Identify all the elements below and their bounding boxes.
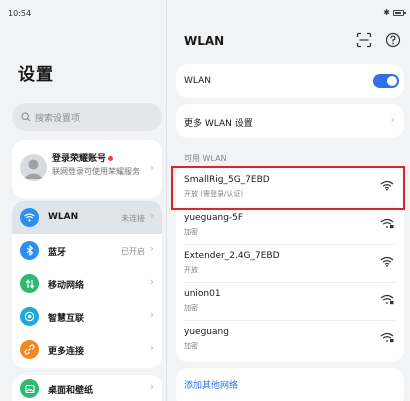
wlan-toggle-switch[interactable] [373, 74, 399, 88]
status-time: 10:54 [8, 9, 32, 18]
sidebar-item-label: 更多连接 [48, 347, 85, 357]
wifi-icon [20, 208, 39, 227]
chevron-right-icon: › [149, 275, 154, 288]
network-row[interactable]: Extender_2.4G_7EBD 开放 [176, 244, 404, 280]
page-title: WLAN [184, 34, 225, 48]
more-wlan-settings-row[interactable]: 更多 WLAN 设置 › [176, 104, 404, 138]
battery-icon [393, 9, 406, 16]
scan-icon[interactable] [356, 32, 372, 48]
network-name: yueguang-5F [184, 213, 244, 223]
network-name: Extender_2.4G_7EBD [184, 251, 280, 261]
network-row[interactable]: yueguang 加密 [176, 320, 404, 356]
sidebar-item-label: 桌面和壁纸 [48, 386, 94, 396]
network-security: 加密 [184, 304, 198, 312]
chevron-right-icon: › [149, 341, 154, 354]
network-name: yueguang [184, 327, 229, 337]
sidebar-item-bluetooth[interactable]: 蓝牙 已开启 › [12, 234, 162, 267]
help-icon[interactable] [385, 32, 401, 48]
status-bar: 10:54 ✱ [0, 0, 410, 22]
network-security: 加密 [184, 228, 198, 236]
sidebar-item-label: WLAN [48, 212, 79, 222]
sidebar-item-label: 智慧互联 [48, 314, 85, 324]
account-title-text: 登录荣耀账号 [52, 154, 107, 164]
search-icon [21, 112, 31, 122]
wifi-locked-icon [380, 218, 394, 229]
network-row[interactable]: union01 加密 [176, 282, 404, 318]
more-wlan-settings-label: 更多 WLAN 设置 [184, 119, 253, 129]
smart-connect-icon [20, 307, 39, 326]
sidebar-item-label: 移动网络 [48, 281, 85, 291]
network-security: 开放 (需登录/认证) [184, 190, 244, 198]
wifi-open-icon [380, 256, 394, 267]
desktop-wallpaper-icon [20, 379, 39, 398]
add-network-link[interactable]: 添加其他网络 [184, 378, 238, 391]
sidebar-item-smart-connect[interactable]: 智慧互联 › [12, 300, 162, 333]
network-row[interactable]: yueguang-5F 加密 [176, 206, 404, 242]
settings-title: 设置 [18, 65, 54, 85]
network-row[interactable]: SmallRig_5G_7EBD 开放 (需登录/认证) [176, 168, 404, 204]
bluetooth-status-icon: ✱ [383, 8, 390, 17]
sidebar-item-label: 蓝牙 [48, 248, 67, 258]
available-wlan-header: 可用 WLAN [184, 154, 227, 163]
mobile-network-icon [20, 274, 39, 293]
sidebar-item-status: 已开启 [121, 247, 145, 256]
sidebar-item-desktop[interactable]: 桌面和壁纸 › [12, 375, 162, 401]
more-connections-icon [20, 340, 39, 359]
account-title: 登录荣耀账号 [52, 151, 114, 164]
battery-fill [395, 11, 401, 14]
bluetooth-icon [20, 241, 39, 260]
settings-search-input[interactable]: 搜索设置项 [12, 103, 162, 131]
chevron-right-icon: › [149, 209, 154, 222]
wifi-locked-icon [380, 332, 394, 343]
account-description: 联网登录可使用荣耀服务 [52, 167, 140, 176]
pane-divider [166, 0, 167, 401]
chevron-right-icon: › [149, 242, 154, 255]
network-security: 加密 [184, 342, 198, 350]
sidebar-item-more-connections[interactable]: 更多连接 › [12, 333, 162, 366]
wifi-locked-icon [380, 294, 394, 305]
search-placeholder: 搜索设置项 [35, 113, 81, 124]
chevron-right-icon: › [149, 161, 154, 174]
avatar-icon [20, 154, 47, 181]
sidebar-item-status: 未连接 [121, 214, 145, 223]
notification-dot [108, 156, 114, 161]
network-list: SmallRig_5G_7EBD 开放 (需登录/认证) yueguang-5F… [176, 166, 404, 362]
chevron-right-icon: › [390, 113, 395, 126]
account-card[interactable]: 登录荣耀账号 联网登录可使用荣耀服务 › [12, 140, 162, 198]
network-name: SmallRig_5G_7EBD [184, 175, 270, 185]
status-icons: ✱ [383, 8, 406, 17]
sidebar-item-mobile-network[interactable]: 移动网络 › [12, 267, 162, 300]
sidebar-item-wlan[interactable]: WLAN 未连接 › [12, 201, 162, 234]
wifi-open-icon [380, 180, 394, 191]
chevron-right-icon: › [149, 380, 154, 393]
network-name: union01 [184, 289, 221, 299]
wlan-toggle-row: WLAN [176, 64, 404, 98]
network-security: 开放 [184, 266, 198, 274]
chevron-right-icon: › [149, 308, 154, 321]
wlan-toggle-label: WLAN [184, 76, 212, 86]
connection-menu: WLAN 未连接 › 蓝牙 已开启 › 移动网络 › 智慧互联 › 更多连接 › [12, 201, 162, 368]
